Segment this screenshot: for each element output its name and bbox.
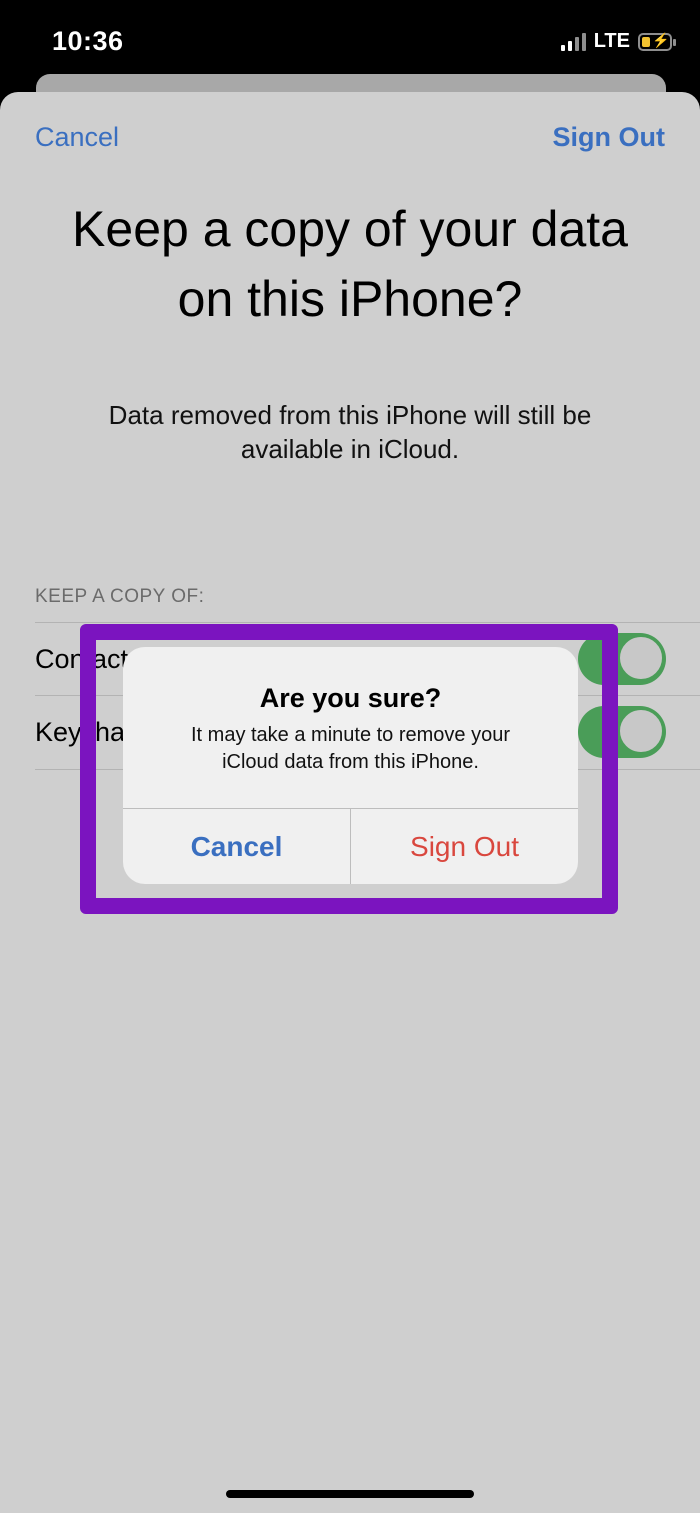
page-subtitle: Data removed from this iPhone will still…	[0, 398, 700, 466]
alert-cancel-button[interactable]: Cancel	[123, 809, 350, 884]
page-subtitle-line-1: Data removed from this iPhone will still…	[108, 400, 592, 430]
status-icons: LTE ⚡	[560, 30, 676, 53]
divider	[35, 622, 700, 623]
alert-title: Are you sure?	[259, 683, 442, 713]
alert-message-line-2: iCloud data from this iPhone.	[222, 751, 479, 773]
page-title-line-1: Keep a copy of your data	[72, 201, 628, 257]
page-title: Keep a copy of your data on this iPhone?	[0, 194, 700, 334]
cellular-signal-icon	[560, 32, 586, 51]
nav-cancel-button[interactable]: Cancel	[35, 122, 119, 153]
alert-sign-out-button[interactable]: Sign Out	[351, 809, 578, 884]
section-header: KEEP A COPY OF:	[35, 586, 205, 607]
nav-sign-out-button[interactable]: Sign Out	[553, 122, 665, 153]
page-title-line-2: on this iPhone?	[177, 271, 523, 327]
status-time: 10:36	[52, 26, 124, 56]
network-type: LTE	[593, 30, 630, 52]
home-indicator[interactable]	[226, 1490, 474, 1498]
alert-message-line-1: It may take a minute to remove your	[190, 724, 511, 746]
alert-message: It may take a minute to remove your iClo…	[143, 722, 558, 776]
page-subtitle-line-2: available in iCloud.	[240, 434, 460, 464]
battery-icon: ⚡	[638, 32, 676, 51]
confirm-alert: Are you sure? It may take a minute to re…	[123, 647, 578, 884]
